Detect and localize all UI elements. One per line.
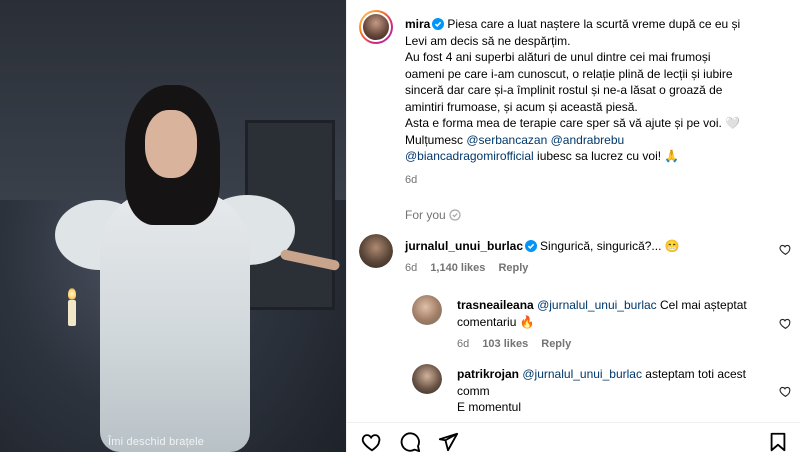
verified-badge-icon	[432, 18, 445, 30]
caption-line: Levi am decis să ne despărțim.	[405, 33, 571, 48]
commenter-username[interactable]: trasneaileana	[457, 298, 534, 312]
thanks-suffix: iubesc sa lucrez cu voi! 🙏	[537, 149, 680, 163]
comment-body: comm	[457, 383, 490, 398]
caption-line: Asta e forma mea de terapie care sper să…	[405, 116, 741, 130]
for-you-label: For you	[405, 208, 461, 222]
mention-link[interactable]: @jurnalul_unui_burlac	[537, 298, 657, 312]
comment-text: jurnalul_unui_burlac Singurică, singurică…	[405, 238, 765, 255]
mention-link[interactable]: @serbancazan	[466, 133, 547, 147]
thanks-text: Mulțumesc	[405, 132, 464, 147]
mention-link[interactable]: @jurnalul_unui_burlac	[522, 367, 642, 381]
commenter-username[interactable]: jurnalul_unui_burlac	[405, 239, 523, 253]
comment-meta: 6d 1,140 likes Reply	[405, 262, 528, 274]
candle	[68, 300, 76, 326]
mention-link[interactable]: @andrabrebu	[551, 133, 625, 147]
reply-text: patrikrojan @jurnalul_unui_burlac astept…	[457, 366, 772, 416]
comment-body: comentariu 🔥	[457, 314, 535, 329]
comment-likes[interactable]: 1,140 likes	[430, 262, 485, 274]
commenter-avatar-image	[412, 295, 442, 325]
comment-body: Cel mai așteptat	[660, 298, 747, 312]
heart-icon[interactable]	[779, 317, 792, 330]
author-avatar[interactable]	[359, 10, 393, 44]
post-details-panel: mira Piesa care a luat naștere la scurtă …	[346, 0, 800, 452]
post-action-bar	[347, 422, 800, 452]
commenter-avatar[interactable]	[412, 295, 442, 325]
for-you-text: For you	[405, 208, 446, 222]
paper-plane-icon[interactable]	[437, 431, 459, 452]
commenter-avatar[interactable]	[359, 234, 393, 268]
caption-line: Piesa care a luat naștere la scurtă vrem…	[447, 17, 741, 31]
caption-line: oameni pe care i-am cunoscut, o relație …	[405, 66, 733, 81]
comments-scroll-area[interactable]: mira Piesa care a luat naștere la scurtă …	[347, 0, 800, 422]
comment-bubble-icon[interactable]	[399, 431, 421, 452]
face	[145, 110, 197, 178]
comment-meta: 6d 103 likes Reply	[457, 338, 571, 350]
commenter-avatar-image	[359, 234, 393, 268]
commenter-avatar[interactable]	[412, 364, 442, 394]
heart-icon[interactable]	[361, 431, 383, 452]
commenter-username[interactable]: patrikrojan	[457, 367, 519, 381]
caption-line: amintiri frumoase, și acum și această pi…	[405, 99, 638, 114]
comment-body: asteptam toti acest	[645, 367, 747, 381]
comment-body: Singurică, singurică?... 😁	[540, 239, 680, 253]
info-circle-icon[interactable]	[449, 209, 461, 221]
author-avatar-image	[361, 12, 391, 42]
post-video[interactable]: Îmi deschid brațele	[0, 0, 346, 452]
white-dress	[100, 190, 250, 452]
post-timestamp[interactable]: 6d	[405, 174, 417, 186]
verified-badge-icon	[525, 240, 538, 252]
caption-line: sinceră dar care și-a împlinit rostul și…	[405, 83, 723, 97]
comment-time[interactable]: 6d	[457, 338, 469, 350]
reply-text: trasneaileana @jurnalul_unui_burlac Cel …	[457, 297, 772, 330]
comment-likes[interactable]: 103 likes	[482, 338, 528, 350]
caption-line: Au fost 4 ani superbi alături de unul di…	[405, 50, 711, 64]
comment-body: E momentul	[457, 400, 522, 414]
heart-icon[interactable]	[779, 385, 792, 398]
reply-button[interactable]: Reply	[541, 338, 571, 350]
video-subtitle: Îmi deschid brațele	[108, 436, 205, 448]
heart-icon[interactable]	[779, 243, 792, 256]
comment-time[interactable]: 6d	[405, 262, 417, 274]
post-caption: mira Piesa care a luat naștere la scurtă …	[405, 16, 791, 165]
bookmark-icon[interactable]	[767, 431, 789, 452]
candle-flame	[68, 288, 76, 300]
reply-button[interactable]: Reply	[498, 262, 528, 274]
commenter-avatar-image	[412, 364, 442, 394]
mention-link[interactable]: @biancadragomirofficial	[405, 149, 534, 163]
author-username[interactable]: mira	[405, 17, 430, 31]
